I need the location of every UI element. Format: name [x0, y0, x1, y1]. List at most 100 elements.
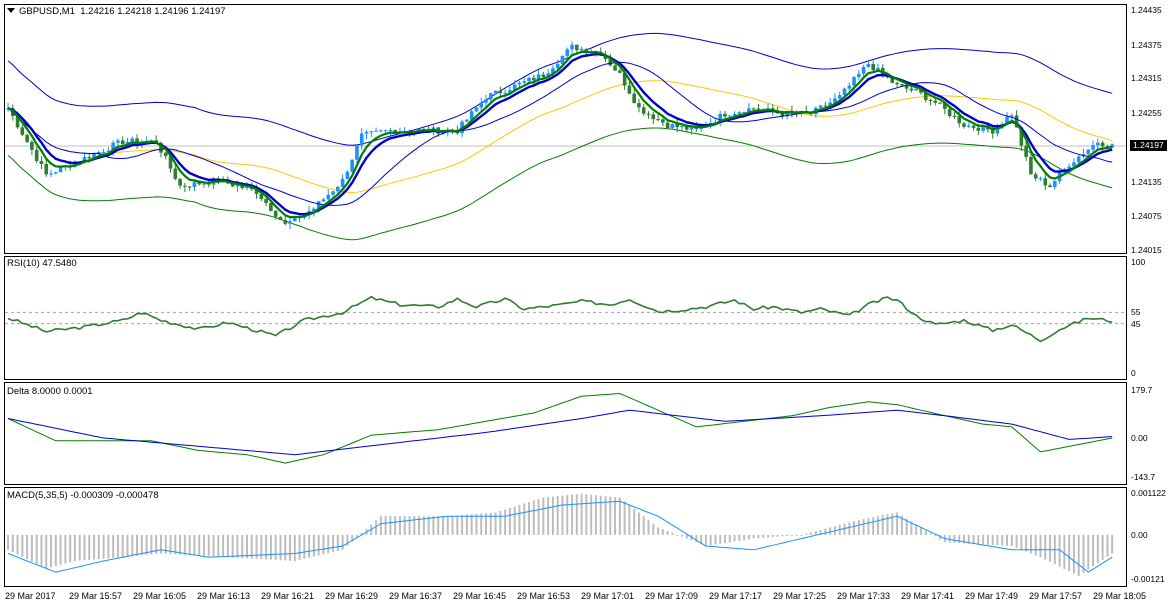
macd-histogram-bar	[21, 534, 24, 557]
macd-histogram-bar	[1063, 534, 1066, 569]
candle-body	[823, 105, 828, 107]
macd-histogram-bar	[341, 534, 344, 550]
candle-body	[680, 126, 684, 128]
chart-window[interactable]: GBPUSD,M1 1.24216 1.24218 1.24196 1.2419…	[0, 0, 1170, 608]
macd-histogram-bar	[64, 534, 67, 564]
candle-body	[852, 77, 856, 86]
macd-histogram-bar	[226, 534, 229, 558]
candle-body	[345, 171, 350, 179]
price-tick: 1.24435	[1131, 5, 1162, 15]
macd-histogram-bar	[929, 533, 932, 535]
macd-histogram-bar	[891, 513, 894, 535]
candle-body	[283, 219, 288, 224]
time-tick: 29 Mar 17:41	[901, 591, 955, 601]
macd-histogram-bar	[1010, 534, 1013, 547]
ma-thin-blue-line	[7, 61, 1113, 206]
macd-histogram-bar	[413, 516, 416, 535]
macd-histogram-bar	[284, 534, 287, 561]
macd-histogram-bar	[580, 493, 583, 535]
candle-body	[670, 124, 675, 129]
macd-histogram-bar	[59, 534, 62, 565]
macd-histogram-bar	[599, 495, 602, 535]
candle-body	[44, 164, 49, 175]
macd-histogram-bar	[274, 534, 277, 560]
macd-histogram-bar	[107, 534, 110, 559]
macd-histogram-bar	[279, 534, 282, 561]
candle-body	[1096, 142, 1100, 146]
macd-histogram-bar	[996, 534, 999, 546]
candle-body	[484, 99, 488, 103]
price-panel	[4, 4, 1127, 254]
macd-histogram-bar	[810, 532, 813, 535]
macd-histogram-bar	[633, 508, 636, 535]
candle-body	[723, 113, 727, 117]
candle-body	[30, 141, 34, 150]
candle-body	[1029, 156, 1033, 175]
macd-histogram-bar	[1111, 534, 1114, 554]
macd-histogram-bar	[303, 534, 306, 559]
macd-histogram-bar	[131, 534, 134, 557]
macd-histogram-bar	[719, 534, 722, 544]
macd-histogram-bar	[159, 534, 162, 554]
macd-histogram-bar	[594, 495, 597, 535]
candle-body	[842, 88, 847, 96]
macd-histogram-bar	[814, 531, 817, 535]
candle-body	[359, 133, 364, 146]
macd-histogram-bar	[542, 497, 545, 535]
candle-body	[1043, 178, 1048, 186]
candle-body	[364, 131, 369, 134]
rsi-line	[7, 295, 1113, 343]
macd-histogram-bar	[747, 534, 750, 540]
macd-histogram-bar	[246, 534, 248, 559]
macd-histogram-bar	[499, 510, 502, 535]
candle-body	[503, 92, 507, 94]
candle-body	[369, 131, 374, 133]
candle-body	[641, 107, 646, 114]
macd-histogram-bar	[623, 501, 626, 535]
macd-histogram-bar	[222, 534, 225, 557]
candle-body	[465, 119, 469, 122]
macd-histogram-bar	[685, 534, 688, 539]
macd-histogram-bar	[145, 534, 148, 555]
macd-histogram-bar	[743, 534, 746, 541]
macd-histogram-bar	[40, 534, 43, 567]
chart-canvas[interactable]	[0, 0, 1170, 608]
macd-histogram-bar	[437, 516, 440, 535]
candle-body	[20, 127, 25, 135]
candle-body	[120, 140, 125, 145]
candle-body	[914, 88, 918, 91]
macd-histogram-bar	[116, 534, 119, 558]
dropdown-triangle-icon[interactable]	[7, 8, 15, 13]
candle-body	[288, 221, 292, 224]
candle-body	[971, 125, 976, 128]
time-tick: 29 Mar 17:33	[837, 591, 891, 601]
candle-body	[183, 185, 187, 187]
candle-body	[651, 114, 656, 120]
candle-body	[527, 77, 531, 82]
macd-histogram-bar	[236, 534, 239, 558]
candle-body	[340, 178, 345, 187]
time-tick: 29 Mar 17:49	[965, 591, 1019, 601]
candle-body	[909, 88, 914, 91]
macd-histogram-bar	[786, 534, 789, 536]
candle-body	[933, 100, 938, 103]
macd-histogram-bar	[456, 515, 459, 535]
envelope-lower-line	[7, 127, 1113, 241]
macd-histogram-bar	[680, 534, 683, 537]
macd-histogram-bar	[795, 534, 798, 536]
delta-tick: 179.7	[1131, 385, 1153, 395]
macd-histogram-bar	[695, 534, 698, 543]
candle-body	[952, 116, 957, 118]
time-tick: 29 Mar 17:09	[645, 591, 699, 601]
macd-histogram-bar	[289, 534, 292, 561]
time-tick: 29 Mar 17:01	[581, 591, 635, 601]
macd-histogram-bar	[790, 534, 793, 536]
macd-histogram-bar	[298, 534, 301, 560]
candle-body	[116, 140, 120, 143]
macd-histogram-bar	[78, 534, 81, 561]
time-tick: 29 Mar 2017	[5, 591, 56, 601]
macd-histogram-bar	[1025, 534, 1028, 552]
candle-body	[87, 157, 92, 159]
macd-histogram-bar	[30, 534, 33, 562]
macd-histogram-bar	[217, 534, 220, 557]
